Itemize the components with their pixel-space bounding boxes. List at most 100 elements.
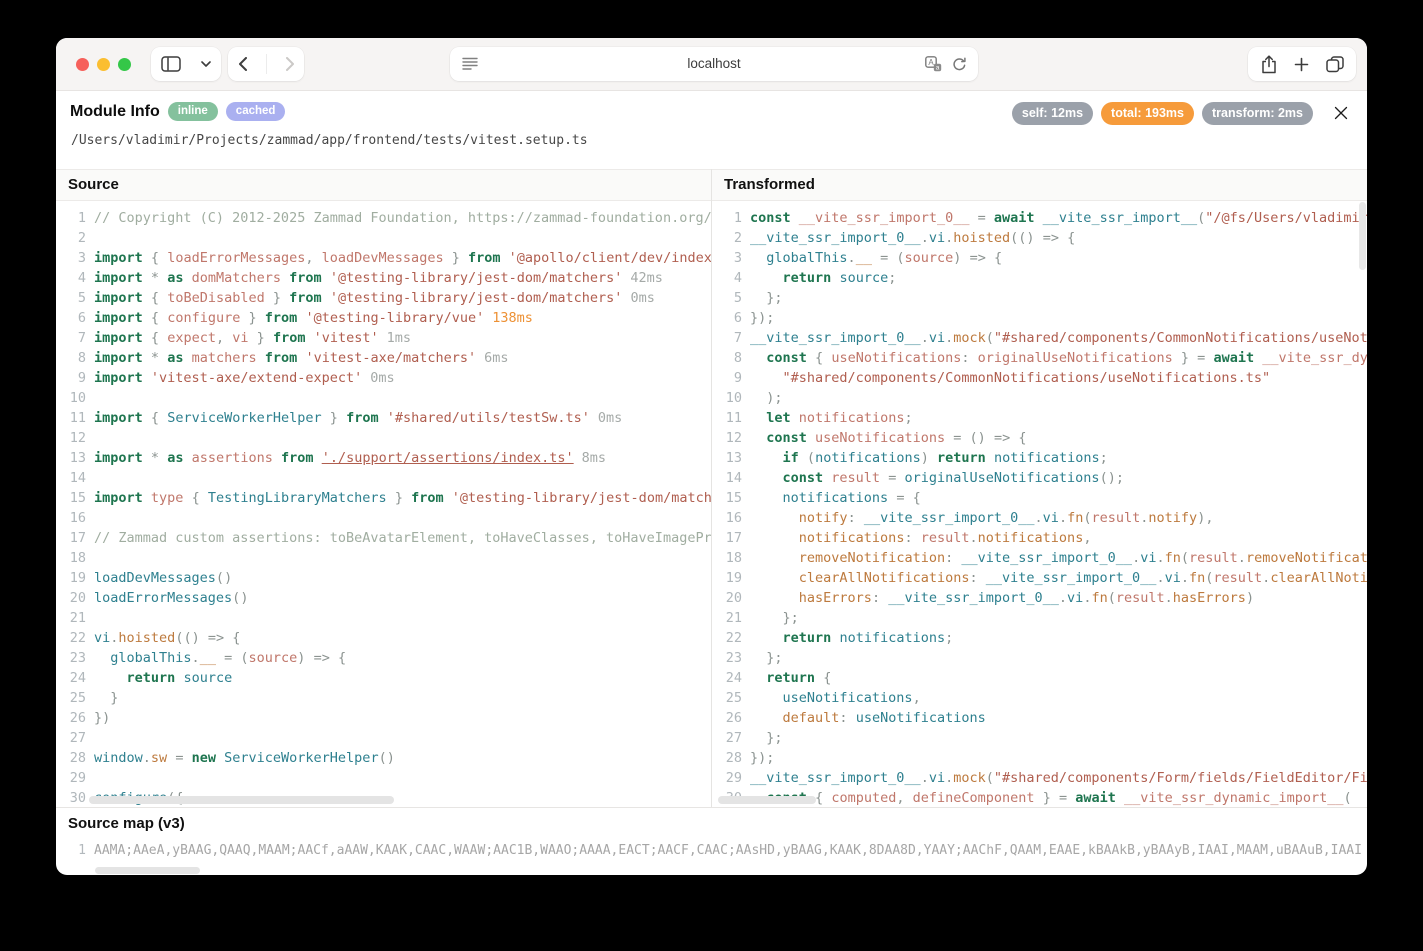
code-line: 15import type { TestingLibraryMatchers }…: [56, 488, 711, 508]
code-line: 28});: [712, 748, 1367, 768]
code-line: 14 const result = originalUseNotificatio…: [712, 468, 1367, 488]
source-code-editor[interactable]: 1// Copyright (C) 2012-2025 Zammad Found…: [56, 201, 711, 807]
code-text: };: [750, 288, 1367, 308]
browser-toolbar: localhost Aa: [56, 38, 1367, 91]
code-line: 16 notify: __vite_ssr_import_0__.vi.fn(r…: [712, 508, 1367, 528]
line-number: 25: [712, 688, 742, 708]
code-line: 3 globalThis.__ = (source) => {: [712, 248, 1367, 268]
code-line: 7__vite_ssr_import_0__.vi.mock("#shared/…: [712, 328, 1367, 348]
page-title: Module Info: [70, 103, 160, 121]
line-number: 25: [56, 688, 86, 708]
chevron-down-icon[interactable]: [201, 61, 211, 67]
source-horizontal-scrollbar[interactable]: [89, 796, 394, 804]
code-line: 22 return notifications;: [712, 628, 1367, 648]
code-line: 19loadDevMessages(): [56, 568, 711, 588]
code-text: import { ServiceWorkerHelper } from '#sh…: [94, 408, 711, 428]
new-tab-icon[interactable]: [1294, 57, 1309, 72]
code-text: import * as assertions from './support/a…: [94, 448, 711, 468]
code-text: import { configure } from '@testing-libr…: [94, 308, 711, 328]
translate-icon[interactable]: Aa: [925, 56, 942, 72]
code-line: 7import { expect, vi } from 'vitest'1ms: [56, 328, 711, 348]
import-duration: 0ms: [630, 290, 654, 306]
code-text: };: [750, 648, 1367, 668]
transformed-horizontal-scrollbar[interactable]: [718, 796, 816, 804]
url-text[interactable]: localhost: [450, 56, 978, 71]
line-number: 15: [712, 488, 742, 508]
code-line: 2: [56, 228, 711, 248]
source-pane-title: Source: [56, 169, 711, 201]
code-text: const { useNotifications: originalUseNot…: [750, 348, 1367, 368]
code-line: 20 hasErrors: __vite_ssr_import_0__.vi.f…: [712, 588, 1367, 608]
code-line: 25 }: [56, 688, 711, 708]
inline-badge: inline: [168, 102, 218, 121]
code-line: 21 };: [712, 608, 1367, 628]
line-number: 4: [56, 268, 86, 288]
code-text: [94, 728, 711, 748]
import-duration: 0ms: [370, 370, 394, 386]
line-number: 7: [56, 328, 86, 348]
code-text: if (notifications) return notifications;: [750, 448, 1367, 468]
share-icon[interactable]: [1261, 55, 1277, 74]
code-text: return notifications;: [750, 628, 1367, 648]
code-line: 5 import { toBeDisabled } from '@testing-…: [56, 288, 711, 308]
line-number: 30: [56, 788, 86, 807]
line-number: 8: [712, 348, 742, 368]
code-text: [94, 428, 711, 448]
code-line: 20loadErrorMessages(): [56, 588, 711, 608]
forward-icon[interactable]: [286, 57, 295, 71]
line-number: 16: [56, 508, 86, 528]
line-number: 28: [56, 748, 86, 768]
sidebar-icon[interactable]: [161, 56, 181, 72]
import-duration: 1ms: [387, 330, 411, 346]
module-file-path: /Users/vladimir/Projects/zammad/app/fron…: [71, 133, 588, 148]
code-line: 22vi.hoisted(() => {: [56, 628, 711, 648]
line-number: 1: [56, 840, 86, 868]
line-number: 26: [712, 708, 742, 728]
code-line: 24 return source: [56, 668, 711, 688]
code-line: 27 };: [712, 728, 1367, 748]
address-bar[interactable]: localhost Aa: [450, 47, 978, 81]
minimize-window-button[interactable]: [97, 58, 110, 71]
code-text: const result = originalUseNotifications(…: [750, 468, 1367, 488]
transformed-code-editor[interactable]: 1const __vite_ssr_import_0__ = await __v…: [712, 201, 1367, 807]
sourcemap-horizontal-scrollbar[interactable]: [95, 867, 200, 874]
line-number: 6: [56, 308, 86, 328]
code-text: "#shared/components/CommonNotifications/…: [750, 368, 1367, 388]
module-info-header: Module Info inline cached self: 12ms tot…: [56, 91, 1367, 169]
code-line: 18: [56, 548, 711, 568]
reload-icon[interactable]: [952, 57, 967, 72]
code-text: const { computed, defineComponent } = aw…: [750, 788, 1367, 807]
sourcemap-mappings: AAMA;AAeA,yBAAG,QAAQ,MAAM;AACf,aAAW,KAAK…: [94, 840, 1367, 868]
code-text: __vite_ssr_import_0__.vi.mock("#shared/c…: [750, 768, 1367, 788]
code-text: [94, 508, 711, 528]
code-text: import { toBeDisabled } from '@testing-l…: [94, 288, 711, 308]
code-text: const useNotifications = () => {: [750, 428, 1367, 448]
code-line: 13import * as assertions from './support…: [56, 448, 711, 468]
code-line: 26}): [56, 708, 711, 728]
tab-overview-icon[interactable]: [1326, 56, 1344, 73]
transformed-vertical-scrollbar[interactable]: [1359, 202, 1366, 270]
back-icon[interactable]: [238, 57, 247, 71]
browser-window: localhost Aa Module Info inline cache: [56, 38, 1367, 875]
code-text: globalThis.__ = (source) => {: [94, 648, 711, 668]
line-number: 27: [56, 728, 86, 748]
self-time-badge: self: 12ms: [1012, 102, 1093, 125]
line-number: 14: [712, 468, 742, 488]
code-line: 12 const useNotifications = () => {: [712, 428, 1367, 448]
code-line: 1const __vite_ssr_import_0__ = await __v…: [712, 208, 1367, 228]
code-text: [94, 608, 711, 628]
line-number: 23: [712, 648, 742, 668]
close-icon[interactable]: [1331, 103, 1351, 123]
line-number: 5: [56, 288, 86, 308]
import-duration: 42ms: [630, 270, 663, 286]
line-number: 17: [56, 528, 86, 548]
close-window-button[interactable]: [76, 58, 89, 71]
code-text: hasErrors: __vite_ssr_import_0__.vi.fn(r…: [750, 588, 1367, 608]
zoom-window-button[interactable]: [118, 58, 131, 71]
line-number: 22: [712, 628, 742, 648]
code-text: [94, 548, 711, 568]
code-text: import * as domMatchers from '@testing-l…: [94, 268, 711, 288]
code-text: let notifications;: [750, 408, 1367, 428]
line-number: 29: [712, 768, 742, 788]
code-text: clearAllNotifications: __vite_ssr_import…: [750, 568, 1367, 588]
